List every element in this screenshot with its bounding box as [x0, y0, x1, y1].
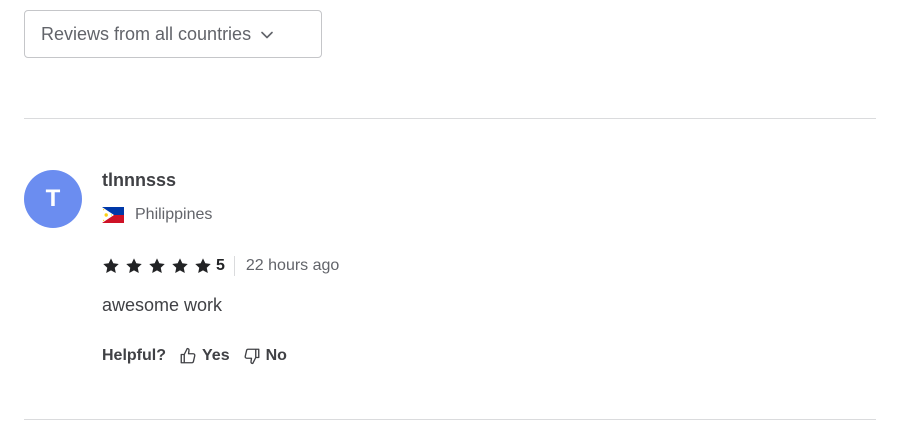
star-icon: [126, 258, 142, 274]
divider: [24, 118, 876, 119]
helpful-yes-label: Yes: [202, 347, 230, 364]
thumbs-up-icon: [180, 347, 196, 364]
avatar[interactable]: T: [24, 170, 82, 228]
helpful-no-label: No: [265, 347, 287, 364]
star-rating: [102, 257, 217, 275]
separator: [233, 256, 235, 276]
review-text: awesome work: [102, 295, 223, 315]
helpful-label: Helpful?: [102, 347, 166, 364]
divider: [24, 419, 876, 420]
star-icon: [172, 258, 188, 274]
star-icon: [149, 258, 165, 274]
review-time: 22 hours ago: [245, 257, 340, 274]
reviewer-username[interactable]: tlnnnsss: [102, 170, 176, 191]
country-name: Philippines: [135, 206, 213, 223]
avatar-initial: T: [45, 185, 61, 212]
chevron-down-icon: [261, 31, 273, 39]
helpful-yes-button[interactable]: Yes: [179, 347, 230, 365]
country-filter-label: Reviews from all countries: [41, 23, 252, 44]
philippines-flag-icon: [102, 207, 124, 223]
rating-value: 5: [216, 257, 225, 274]
helpful-no-button[interactable]: No: [243, 347, 287, 365]
helpful-row: Helpful? Yes No: [102, 345, 287, 367]
reviewer-country: Philippines: [102, 206, 212, 224]
rating-row: 5 22 hours ago: [102, 255, 339, 277]
star-icon: [103, 258, 119, 274]
country-filter-dropdown[interactable]: Reviews from all countries: [24, 10, 322, 58]
thumbs-down-icon: [244, 348, 260, 365]
star-icon: [195, 258, 211, 274]
